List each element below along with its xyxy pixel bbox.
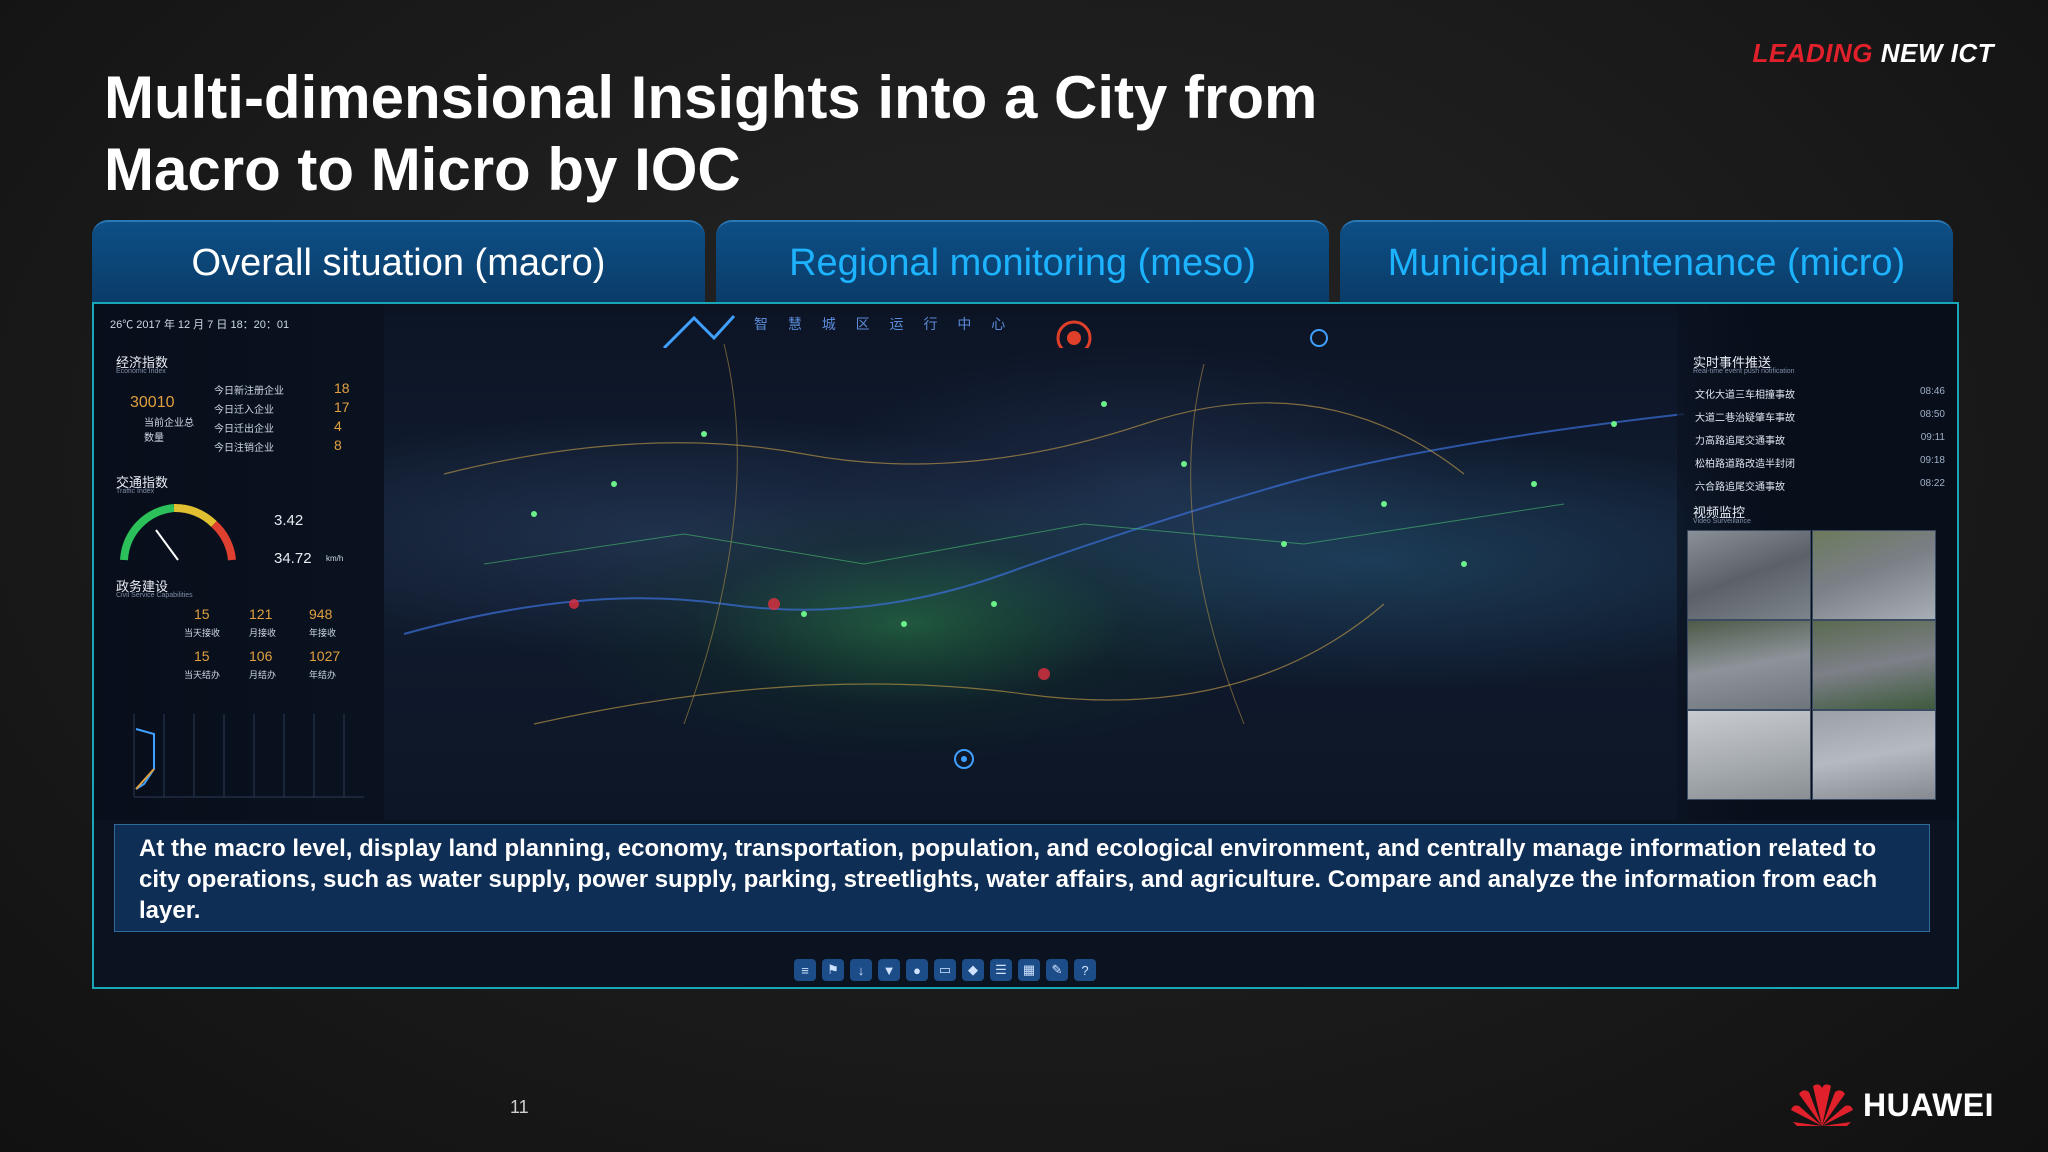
list-icon[interactable]: ☰ <box>990 959 1012 981</box>
event-text: 松柏路道路改造半封闭 <box>1695 459 1795 470</box>
page-number: 11 <box>510 1097 529 1117</box>
gov-label: 月结办 <box>249 670 277 680</box>
event-time: 08:46 <box>1919 386 1945 397</box>
event-time: 09:11 <box>1920 432 1945 443</box>
en-icon[interactable]: ◆ <box>962 959 984 981</box>
huawei-flower-icon <box>1791 1084 1853 1126</box>
traffic-speed-unit: km/h <box>326 554 344 563</box>
event-text: 力高路追尾交通事故 <box>1695 436 1785 447</box>
gov-label: 年结办 <box>309 670 337 680</box>
gov-subtitle: Civil Service Capabilities <box>116 592 193 599</box>
event-item[interactable]: 松柏路道路改造半封闭 09:18 <box>1695 455 1945 470</box>
event-time: 09:18 <box>1919 455 1945 466</box>
event-text: 大道二巷治疑肇车事故 <box>1695 413 1795 424</box>
gov-label: 年接收 <box>309 628 337 638</box>
left-stats-panel: 26℃ 2017 年 12 月 7 日 18：20：01 经济指数 Econom… <box>94 304 384 820</box>
traffic-index-value: 3.42 <box>274 512 304 529</box>
economy-item-label: 今日迁出企业 <box>214 424 274 435</box>
center-header: 智 慧 城 区 运 行 中 心 <box>654 308 1374 348</box>
traffic-subtitle: Traffic Index <box>116 488 155 495</box>
huawei-logo: HUAWEI <box>1789 1080 1994 1130</box>
map-roads-overlay <box>403 343 1685 769</box>
realtime-subtitle: Real-time event push notification <box>1693 368 1795 375</box>
economy-item-label: 今日迁入企业 <box>214 405 274 416</box>
tagline-new-ict: NEW ICT <box>1880 38 1994 68</box>
gov-value: 15 <box>194 606 210 622</box>
page-title: Multi-dimensional Insights into a City f… <box>104 64 1318 203</box>
gov-label: 当天接收 <box>184 628 221 638</box>
camera-feed[interactable] <box>1687 710 1811 800</box>
ioc-dashboard-screenshot: 智 慧 城 区 运 行 中 心 26℃ 2017 年 12 月 7 日 18：2… <box>92 302 1959 989</box>
info-icon[interactable]: ● <box>906 959 928 981</box>
gov-value: 106 <box>249 648 273 664</box>
weather-datetime: 26℃ 2017 年 12 月 7 日 18：20：01 <box>110 319 290 331</box>
gov-label: 当天结办 <box>184 670 221 680</box>
event-time: 08:50 <box>1919 409 1945 420</box>
view-tabs: Overall situation (macro) Regional monit… <box>92 220 1957 304</box>
gov-value: 948 <box>309 606 333 622</box>
grid-icon[interactable]: ▦ <box>1018 959 1040 981</box>
monitor-icon[interactable]: ▭ <box>934 959 956 981</box>
edit-icon[interactable]: ✎ <box>1046 959 1068 981</box>
traffic-speed-value: 34.72 <box>274 550 312 567</box>
tab-meso[interactable]: Regional monitoring (meso) <box>716 220 1329 304</box>
right-events-panel: 实时事件推送 Real-time event push notification… <box>1677 304 1957 820</box>
economy-item-label: 今日新注册企业 <box>214 386 284 397</box>
huawei-logo-text: HUAWEI <box>1863 1086 1994 1123</box>
description-caption: At the macro level, display land plannin… <box>114 824 1930 932</box>
gov-value: 15 <box>194 648 210 664</box>
camera-feed[interactable] <box>1812 710 1936 800</box>
gov-value: 121 <box>249 606 273 622</box>
event-item[interactable]: 文化大道三车相撞事故 08:46 <box>1695 386 1945 401</box>
economy-item-value: 17 <box>334 399 350 415</box>
map-toolbar: ≡ ⚑ ↓ ▼ ● ▭ ◆ ☰ ▦ ✎ ? <box>794 959 1096 981</box>
camera-feed[interactable] <box>1812 530 1936 620</box>
layers-icon[interactable]: ≡ <box>794 959 816 981</box>
economy-item-value: 4 <box>334 418 342 434</box>
enterprise-total: 30010 <box>130 394 175 411</box>
economy-subtitle: Economic Index <box>116 368 166 375</box>
event-text: 文化大道三车相撞事故 <box>1695 390 1795 401</box>
gov-label: 月接收 <box>249 628 277 638</box>
event-time: 08:22 <box>1919 478 1945 489</box>
tab-macro[interactable]: Overall situation (macro) <box>92 220 705 304</box>
event-item[interactable]: 六合路追尾交通事故 08:22 <box>1695 478 1945 493</box>
event-text: 六合路追尾交通事故 <box>1695 482 1785 493</box>
tagline: LEADING NEW ICT <box>1753 38 1995 69</box>
flag-icon[interactable]: ⚑ <box>822 959 844 981</box>
tagline-leading: LEADING <box>1752 38 1873 68</box>
help-icon[interactable]: ? <box>1074 959 1096 981</box>
video-subtitle: Video Surveillance <box>1693 518 1751 525</box>
camera-feed[interactable] <box>1687 530 1811 620</box>
traffic-gauge <box>120 503 236 561</box>
gov-value: 1027 <box>309 648 341 664</box>
center-header-graphics <box>662 314 1328 348</box>
enterprise-total-label: 当前企业总数量 <box>144 418 194 444</box>
mini-line-chart <box>133 714 364 798</box>
filter-icon[interactable]: ▼ <box>878 959 900 981</box>
download-icon[interactable]: ↓ <box>850 959 872 981</box>
economy-item-label: 今日注销企业 <box>214 443 274 454</box>
event-item[interactable]: 大道二巷治疑肇车事故 08:50 <box>1695 409 1945 424</box>
event-item[interactable]: 力高路追尾交通事故 09:11 <box>1695 432 1945 447</box>
camera-feed[interactable] <box>1812 620 1936 710</box>
economy-item-value: 8 <box>334 437 342 453</box>
camera-feed[interactable] <box>1687 620 1811 710</box>
economy-item-value: 18 <box>334 380 350 396</box>
city-map[interactable] <box>384 304 1764 820</box>
tab-micro[interactable]: Municipal maintenance (micro) <box>1340 220 1953 304</box>
